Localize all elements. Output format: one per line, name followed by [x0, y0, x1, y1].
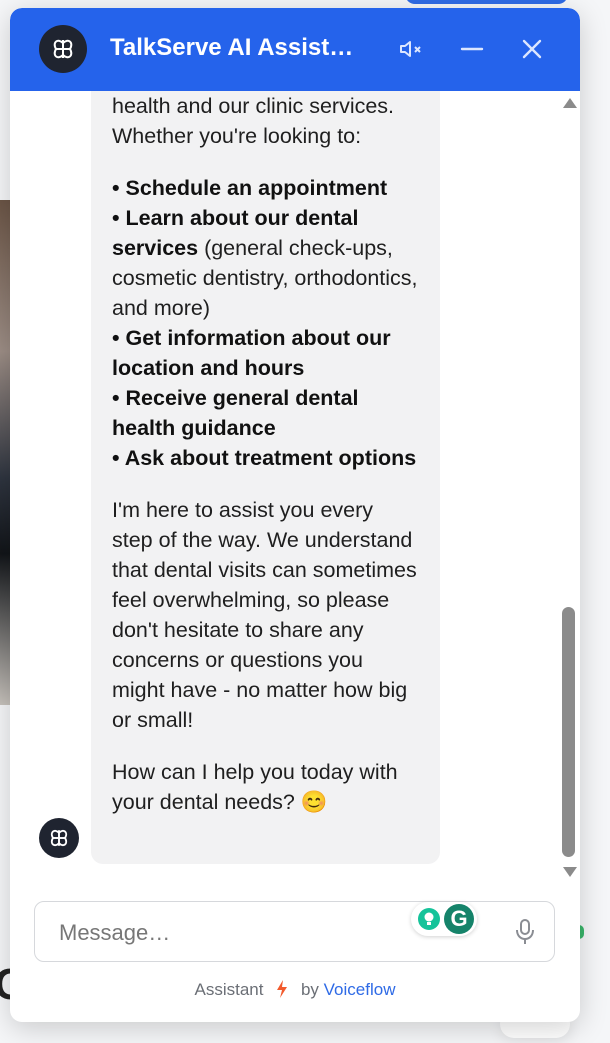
bot-logo-icon [39, 25, 87, 73]
minimize-icon [460, 47, 484, 51]
message-closing: How can I help you today with your denta… [112, 760, 398, 814]
assistant-message: health and our clinic services. Whether … [91, 91, 440, 864]
microphone-button[interactable] [510, 917, 540, 947]
message-list[interactable]: health and our clinic services. Whether … [10, 91, 580, 886]
background-button [405, 0, 568, 4]
footer-by: by [300, 980, 319, 999]
bullet-item: • Receive general dental health guidance [112, 386, 359, 440]
bullet-item: • Get information about our location and… [112, 326, 391, 380]
voiceflow-link[interactable]: Voiceflow [324, 980, 396, 999]
lightbulb-icon[interactable] [418, 908, 440, 930]
message-input[interactable] [57, 916, 461, 950]
scrollbar[interactable] [558, 91, 580, 886]
minimize-button[interactable] [455, 32, 489, 66]
chat-header: TalkServe AI Assist… [10, 8, 580, 91]
close-icon [522, 39, 542, 59]
message-composer [34, 901, 555, 962]
bot-logo-icon [50, 829, 68, 847]
powered-by: Assistant by Voiceflow [10, 978, 580, 1002]
bullet-item: • Ask about treatment options [112, 446, 417, 470]
bullet-item: • Learn about our dental services (gener… [112, 206, 418, 320]
chat-title: TalkServe AI Assist… [110, 34, 354, 61]
grammarly-icon[interactable]: G [444, 904, 474, 934]
mute-button[interactable] [395, 32, 429, 66]
microphone-icon [516, 919, 534, 944]
grammarly-widget[interactable]: G [411, 902, 477, 936]
bot-avatar [39, 818, 79, 858]
smile-emoji: 😊 [300, 790, 328, 814]
chat-widget: TalkServe AI Assist… health and our clin… [10, 8, 580, 1022]
message-intro: health and our clinic services. Whether … [112, 94, 395, 148]
footer-prefix: Assistant [194, 980, 264, 999]
bolt-icon [271, 980, 292, 999]
scroll-down-arrow-icon[interactable] [563, 867, 577, 877]
mute-icon [400, 41, 421, 57]
scroll-up-arrow-icon[interactable] [563, 98, 577, 108]
close-button[interactable] [515, 32, 549, 66]
bullet-item: • Schedule an appointment [112, 176, 388, 200]
scrollbar-thumb[interactable] [562, 607, 575, 857]
message-paragraph: I'm here to assist you every step of the… [112, 498, 417, 732]
